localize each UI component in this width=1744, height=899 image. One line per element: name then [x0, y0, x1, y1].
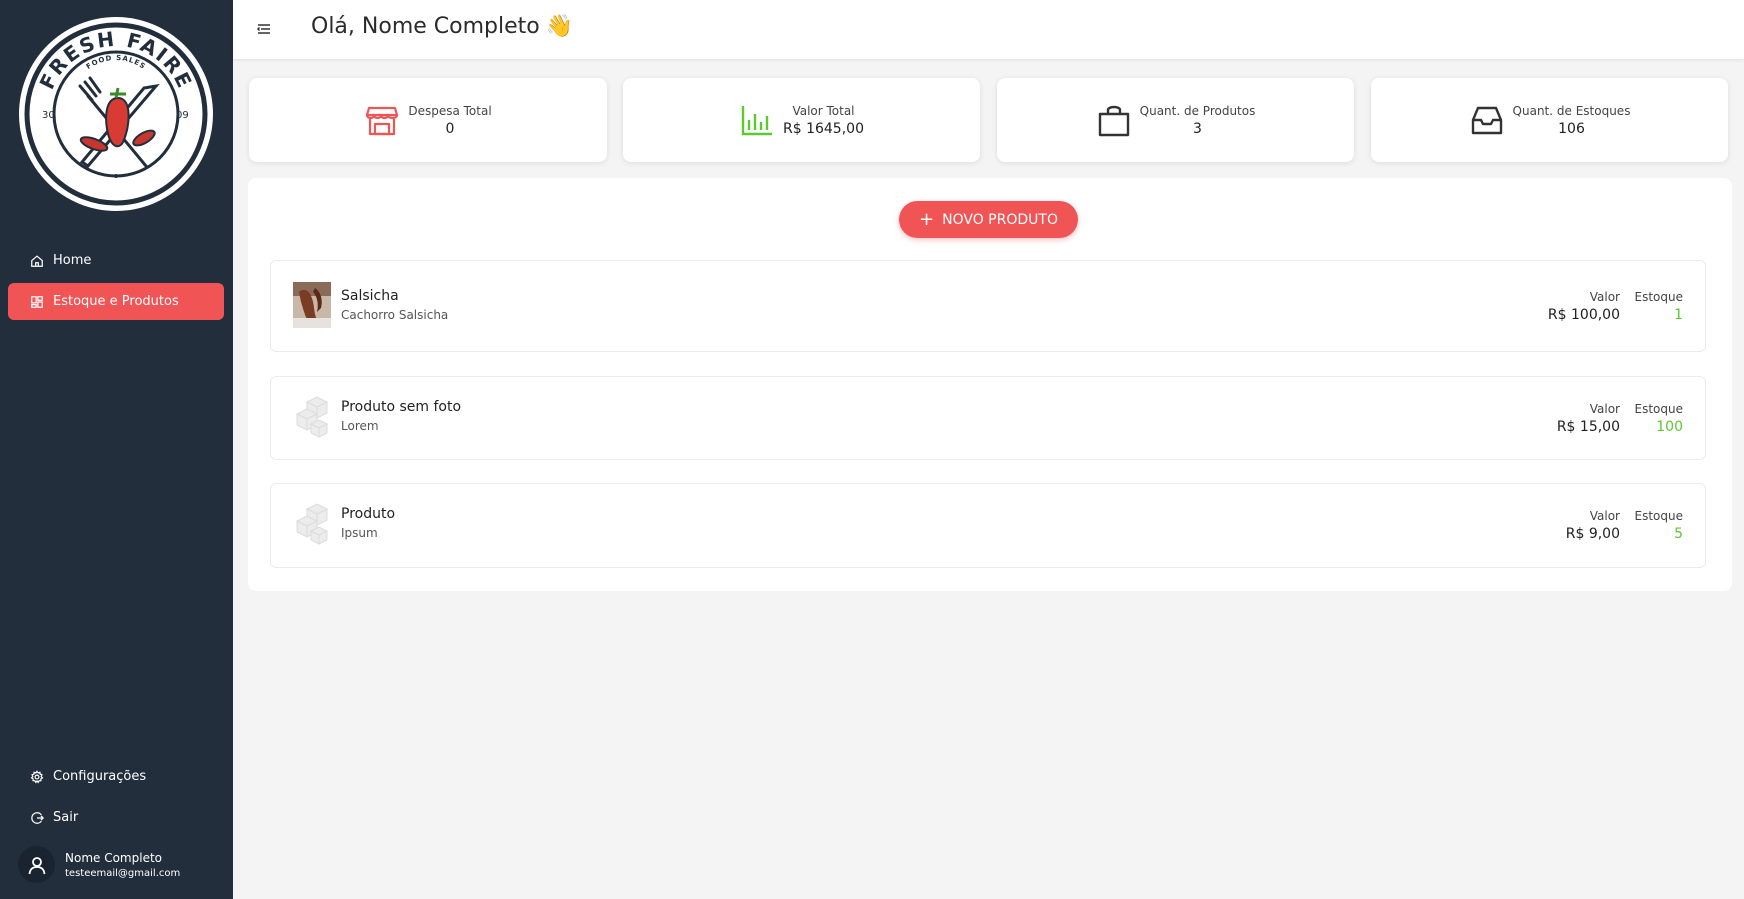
sidebar-item-configuracoes[interactable]: Configurações [8, 758, 224, 795]
sidebar-item-label: Configurações [53, 769, 147, 784]
stat-value: 0 [445, 120, 455, 137]
greeting-text: Olá, Nome Completo [311, 14, 540, 39]
shopping-bag-icon [1096, 102, 1132, 138]
new-product-label: NOVO PRODUTO [942, 211, 1058, 228]
product-description: Cachorro Salsicha [341, 308, 449, 322]
stat-label: Valor Total [792, 103, 855, 118]
product-name: Salsicha [341, 288, 399, 304]
page-title: Olá, Nome Completo 👋 [311, 14, 573, 39]
topbar: Olá, Nome Completo 👋 [233, 0, 1744, 59]
sidebar-item-home[interactable]: Home [8, 242, 224, 279]
product-stock-label: Estoque [1634, 509, 1684, 523]
sidebar-item-label: Sair [53, 810, 79, 825]
product-stock: 100 [1656, 419, 1683, 435]
stat-label: Quant. de Produtos [1139, 103, 1256, 118]
wave-emoji: 👋 [545, 14, 574, 39]
bar-chart-icon [739, 102, 775, 138]
product-description: Lorem [341, 419, 379, 433]
home-icon [30, 254, 44, 268]
sidebar-item-label: Home [53, 253, 92, 268]
stat-card-quant-estoques: Quant. de Estoques 106 [1371, 78, 1728, 162]
sidebar-item-estoque-e-produtos[interactable]: Estoque e Produtos [8, 283, 224, 320]
product-stock-label: Estoque [1634, 402, 1684, 416]
logo-left-number: 30 [42, 110, 55, 121]
user-email: testeemail@gmail.com [65, 867, 181, 879]
new-product-button[interactable]: + NOVO PRODUTO [899, 201, 1078, 238]
product-value-label: Valor [1589, 509, 1620, 523]
stat-value: R$ 1645,00 [783, 120, 864, 137]
logout-icon [30, 811, 44, 825]
product-name: Produto sem foto [341, 399, 462, 415]
product-row-produto[interactable]: Produto Ipsum Valor R$ 9,00 Estoque 5 [270, 483, 1706, 568]
placeholder-boxes-icon [293, 396, 331, 442]
user-profile[interactable]: Nome Completo testeemail@gmail.com [18, 846, 180, 883]
stat-card-despesa-total: Despesa Total 0 [249, 78, 607, 162]
product-value: R$ 9,00 [1565, 526, 1620, 542]
stat-label: Quant. de Estoques [1512, 103, 1631, 118]
inbox-icon [1469, 102, 1505, 138]
product-description: Ipsum [341, 526, 378, 540]
sidebar-item-sair[interactable]: Sair [8, 799, 224, 836]
stat-value: 3 [1193, 120, 1202, 137]
product-stock: 5 [1674, 526, 1683, 542]
stat-card-quant-produtos: Quant. de Produtos 3 [997, 78, 1354, 162]
product-value-label: Valor [1589, 402, 1620, 416]
sidebar-item-label: Estoque e Produtos [53, 294, 179, 309]
product-stock-label: Estoque [1634, 290, 1684, 304]
product-value: R$ 100,00 [1547, 307, 1620, 323]
sidebar: FRESH FAIRE FOOD SALES 30 09 Home Estoqu… [0, 0, 233, 899]
logo-right-number: 09 [176, 110, 189, 121]
product-stock: 1 [1674, 307, 1683, 323]
grid-icon [30, 295, 44, 309]
stat-value: 106 [1558, 120, 1585, 137]
product-value-label: Valor [1589, 290, 1620, 304]
stat-label: Despesa Total [408, 103, 492, 118]
product-row-salsicha[interactable]: Salsicha Cachorro Salsicha Valor R$ 100,… [270, 260, 1706, 352]
plus-icon: + [919, 208, 935, 230]
product-name: Produto [341, 506, 396, 522]
gear-icon [30, 769, 44, 784]
product-value: R$ 15,00 [1556, 419, 1620, 435]
product-row-produto-sem-foto[interactable]: Produto sem foto Lorem Valor R$ 15,00 Es… [270, 376, 1706, 460]
store-icon [364, 102, 400, 138]
brand-logo: FRESH FAIRE FOOD SALES 30 09 [18, 16, 214, 212]
menu-toggle-icon[interactable] [255, 20, 273, 38]
product-photo [293, 282, 331, 328]
products-panel: + NOVO PRODUTO Salsicha Cachorro Salsich… [248, 178, 1732, 591]
user-name: Nome Completo [65, 850, 162, 865]
user-icon [18, 846, 55, 883]
stat-card-valor-total: Valor Total R$ 1645,00 [623, 78, 980, 162]
placeholder-boxes-icon [293, 503, 331, 549]
